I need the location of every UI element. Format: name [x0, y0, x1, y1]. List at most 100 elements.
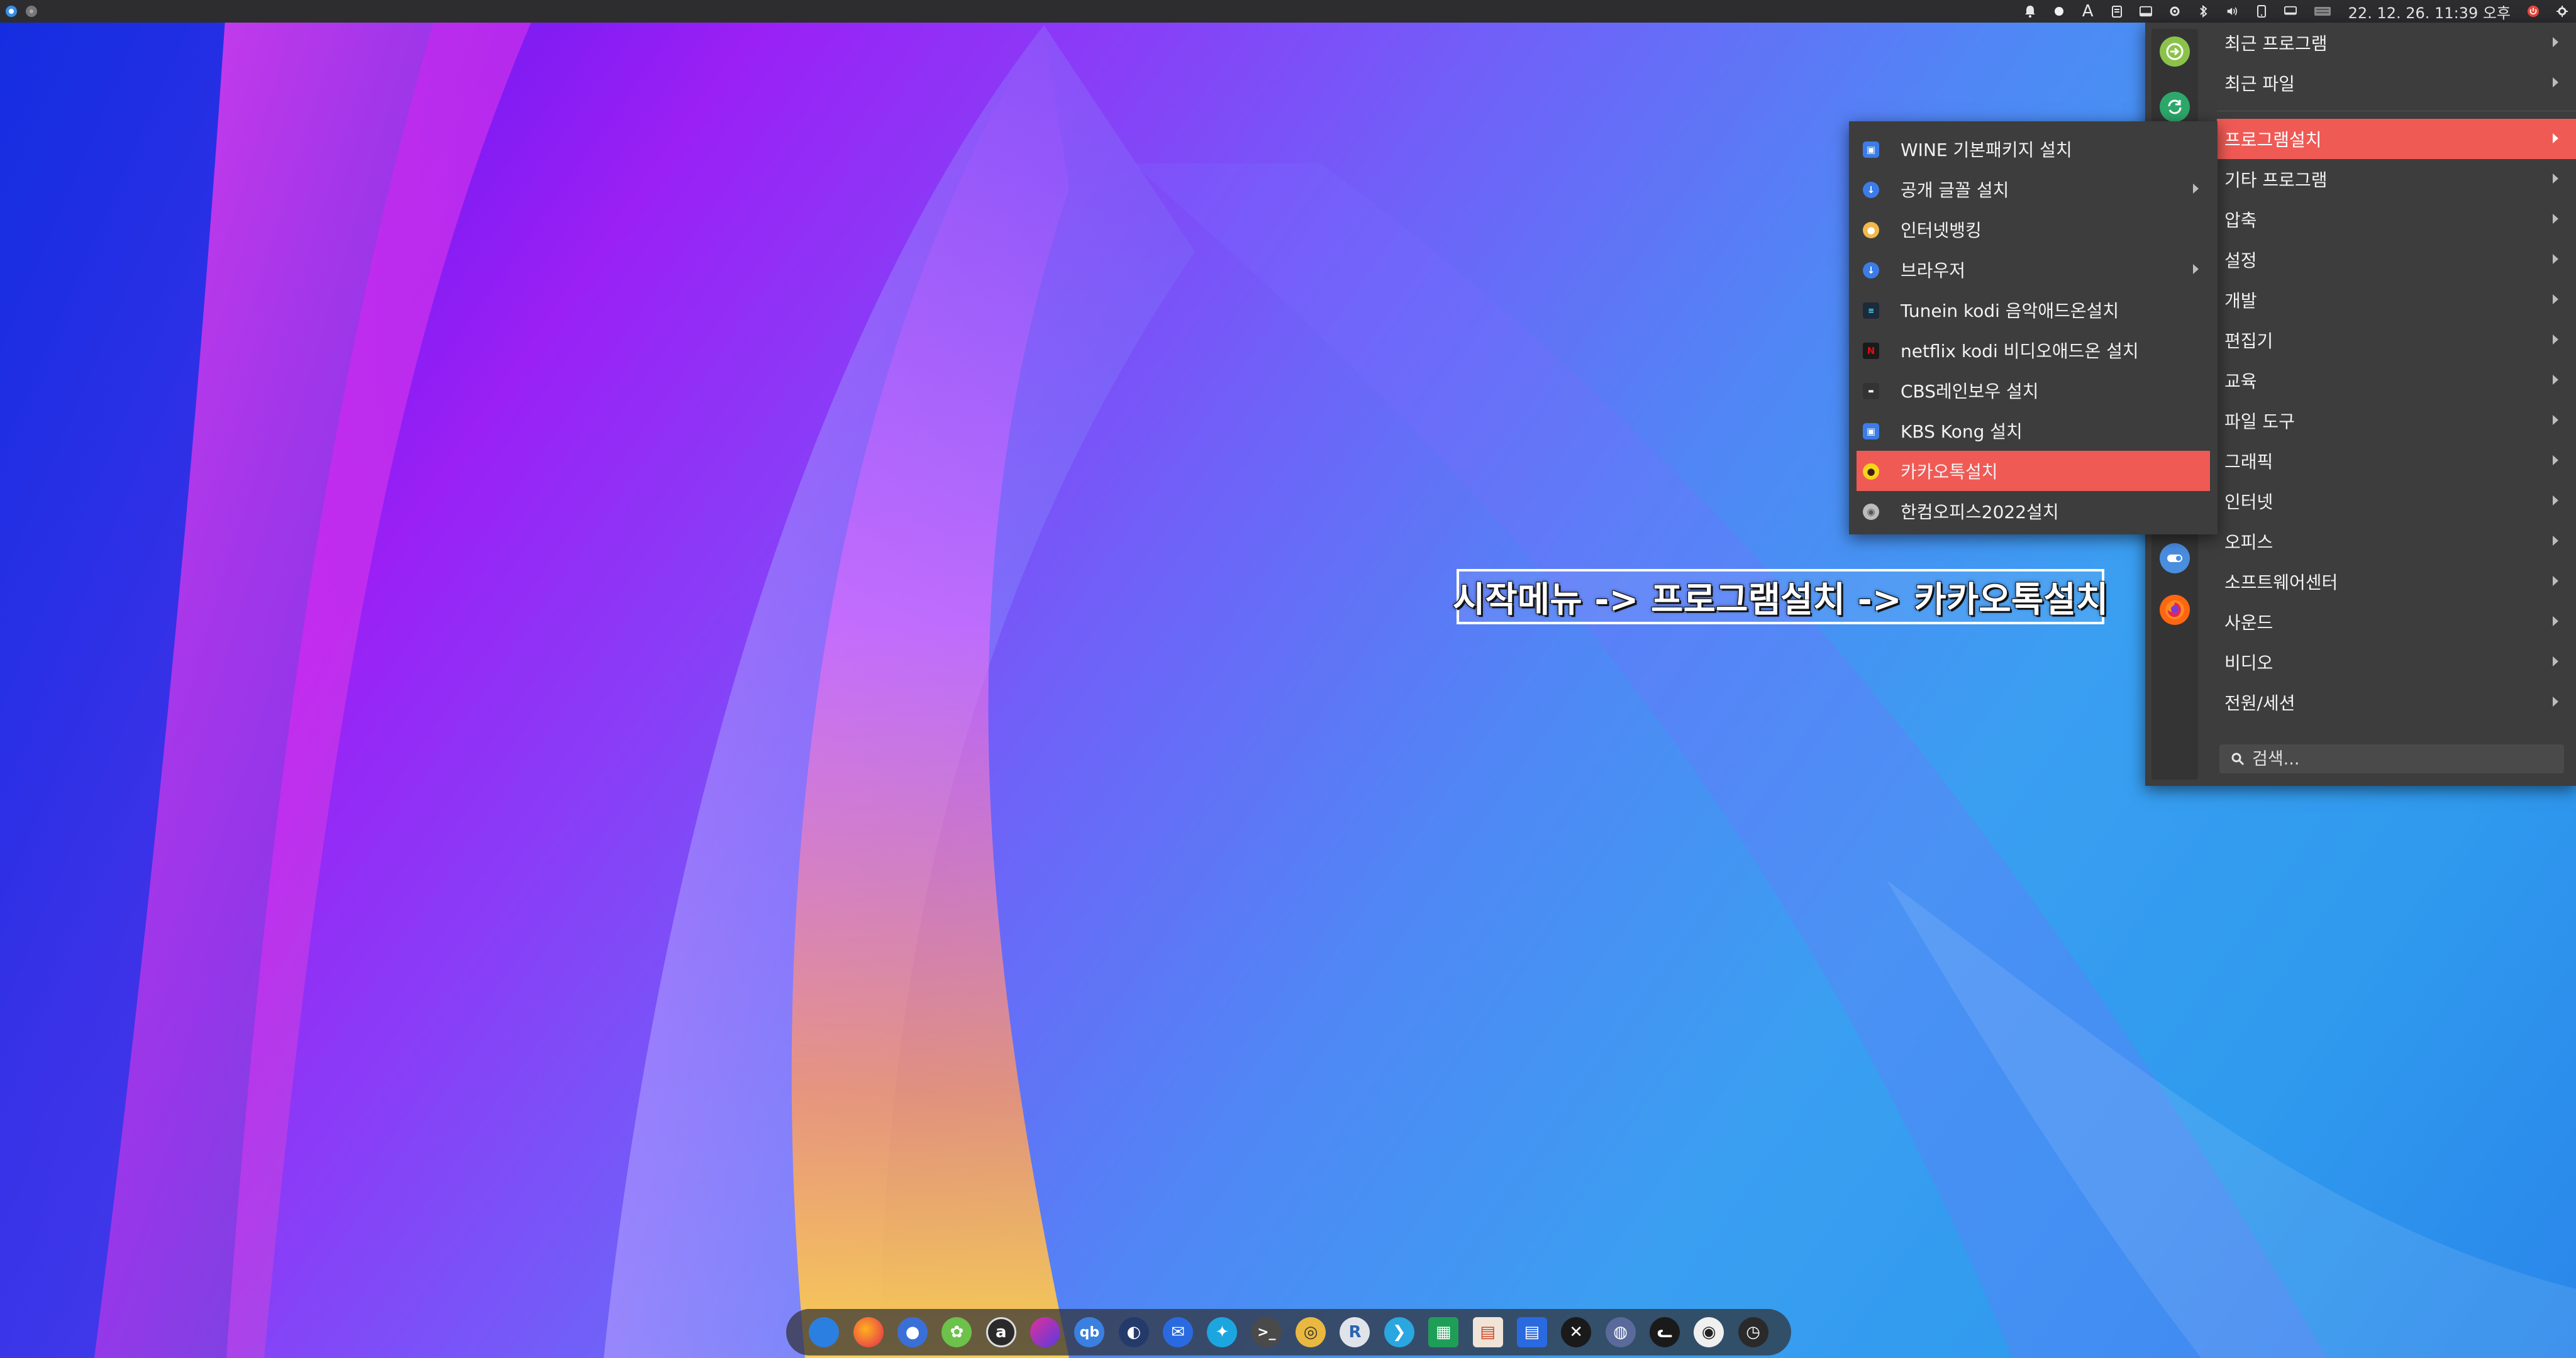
tunein-icon: ≡: [1863, 302, 1879, 319]
menu-item-archive[interactable]: 압축: [2217, 199, 2576, 240]
disc-burner-icon[interactable]: ◎: [1296, 1317, 1326, 1347]
toggle-app-icon[interactable]: ●: [897, 1317, 928, 1347]
kakaotalk-icon: ●: [1863, 463, 1879, 480]
menu-item-program-install[interactable]: 프로그램설치: [2217, 119, 2576, 159]
menu-item-settings[interactable]: 설정: [2217, 240, 2576, 280]
chevron-right-icon: [2553, 77, 2558, 87]
menu-item-education[interactable]: 교육: [2217, 360, 2576, 400]
menu-item-development[interactable]: 개발: [2217, 280, 2576, 320]
submenu-item-browser[interactable]: ↓ 브라우저: [1857, 250, 2210, 290]
mail-icon[interactable]: ✉: [1163, 1317, 1194, 1347]
instruction-caption: 시작메뉴 -> 프로그램설치 -> 카카오톡설치: [1453, 569, 2108, 624]
menu-category-list: 최근 프로그램 최근 파일 프로그램설치 기타 프로그램 압축 설정 개발 편집…: [2217, 23, 2576, 722]
clipboard-icon[interactable]: [2111, 5, 2123, 18]
chevron-right-icon: [2553, 455, 2558, 465]
cat-app-icon[interactable]: ᓚ: [1649, 1317, 1680, 1347]
menu-item-other-programs[interactable]: 기타 프로그램: [2217, 159, 2576, 199]
logout-icon[interactable]: [2160, 36, 2190, 67]
flutter-icon[interactable]: ❯: [1384, 1317, 1414, 1347]
settings-icon[interactable]: [2168, 5, 2181, 18]
keyboard-icon[interactable]: [2313, 5, 2332, 18]
chevron-right-icon: [2553, 616, 2558, 626]
submenu-item-banking[interactable]: ● 인터넷뱅킹: [1857, 209, 2210, 250]
menu-item-graphics[interactable]: 그래픽: [2217, 441, 2576, 481]
krita-icon[interactable]: ◐: [1118, 1317, 1149, 1347]
chevron-right-icon: [2553, 37, 2558, 47]
chevron-right-icon: [2553, 174, 2558, 184]
wine-icon: ▣: [1863, 141, 1879, 158]
search-input[interactable]: [2251, 748, 2543, 770]
menu-item-power-session[interactable]: 전원/세션: [2217, 682, 2576, 722]
chevron-right-icon: [2553, 536, 2558, 546]
xmind-icon[interactable]: ✕: [1561, 1317, 1592, 1347]
volume-icon[interactable]: [2226, 5, 2239, 18]
top-panel: A 22. 12. 26. 11:39 오후: [0, 0, 2576, 23]
chevron-right-icon: [2553, 294, 2558, 304]
status-dot-icon[interactable]: [2053, 5, 2065, 18]
chevron-right-icon: [2553, 656, 2558, 666]
chevron-right-icon: [2553, 214, 2558, 224]
document-writer-icon[interactable]: ▤: [1516, 1317, 1547, 1347]
chevron-right-icon: [2553, 697, 2558, 707]
bluetooth-icon[interactable]: [2197, 5, 2210, 18]
chevron-right-icon: [2553, 375, 2558, 385]
hancom-office-icon: ◉: [1863, 504, 1879, 520]
qbittorrent-icon[interactable]: qb: [1074, 1317, 1105, 1347]
presentation-icon[interactable]: ▤: [1472, 1317, 1503, 1347]
obs-icon[interactable]: ◉: [1694, 1317, 1724, 1347]
dock: ● ✿ a qb ◐ ✉ ✦ >_ ◎ R ❯ ▦ ▤ ▤ ✕ ◍ ᓚ ◉ ◷: [786, 1309, 1791, 1355]
phone-icon[interactable]: [2255, 5, 2268, 18]
keyboard-layout-icon[interactable]: A: [2082, 3, 2094, 19]
menu-search-box[interactable]: [2219, 744, 2564, 773]
submenu-item-tunein[interactable]: ≡ Tunein kodi 음악애드온설치: [1857, 290, 2210, 330]
workspace-icon[interactable]: [25, 5, 38, 18]
color-picker-icon[interactable]: [1030, 1317, 1061, 1347]
refresh-icon[interactable]: [2160, 92, 2190, 122]
kodi-icon[interactable]: ✦: [1207, 1317, 1238, 1347]
clock[interactable]: 22. 12. 26. 11:39 오후: [2348, 1, 2511, 23]
submenu-item-hancom-office[interactable]: ◉ 한컴오피스2022설치: [1857, 491, 2210, 531]
menu-item-software-center[interactable]: 소프트웨어센터: [2217, 561, 2576, 602]
chevron-right-icon: [2553, 576, 2558, 586]
spreadsheet-icon[interactable]: ▦: [1428, 1317, 1459, 1347]
firefox-icon[interactable]: [853, 1317, 884, 1347]
submenu-item-fonts[interactable]: ↓ 공개 글꼴 설치: [1857, 169, 2210, 209]
power-icon[interactable]: [2527, 5, 2540, 18]
chevron-right-icon: [2193, 264, 2199, 274]
display-icon[interactable]: [2284, 5, 2297, 18]
firefox-icon[interactable]: [2160, 595, 2190, 625]
r-language-icon[interactable]: R: [1340, 1317, 1370, 1347]
menu-item-office[interactable]: 오피스: [2217, 521, 2576, 561]
settings-gear-icon[interactable]: ✿: [941, 1317, 972, 1347]
menu-item-editors[interactable]: 편집기: [2217, 320, 2576, 360]
menu-item-file-tools[interactable]: 파일 도구: [2217, 400, 2576, 441]
toggle-app-icon[interactable]: [2160, 543, 2190, 573]
clock-icon[interactable]: ◷: [1738, 1317, 1768, 1347]
notification-bell-icon[interactable]: [2024, 5, 2036, 18]
terminal-icon[interactable]: >_: [1251, 1317, 1282, 1347]
cbs-icon: ▬: [1863, 383, 1879, 399]
menu-item-sound[interactable]: 사운드: [2217, 602, 2576, 642]
file-manager-icon[interactable]: [809, 1317, 840, 1347]
start-menu-icon[interactable]: [5, 5, 18, 18]
chromium-icon[interactable]: ◍: [1605, 1317, 1636, 1347]
menu-item-recent-programs[interactable]: 최근 프로그램: [2217, 23, 2576, 63]
browser-install-icon: ↓: [1863, 262, 1879, 279]
font-install-icon: ↓: [1863, 182, 1879, 198]
window-icon[interactable]: [2139, 5, 2152, 18]
menu-item-video[interactable]: 비디오: [2217, 642, 2576, 682]
text-editor-icon[interactable]: a: [985, 1317, 1016, 1347]
menu-item-internet[interactable]: 인터넷: [2217, 481, 2576, 521]
submenu-item-wine[interactable]: ▣ WINE 기본패키지 설치: [1857, 129, 2210, 169]
menu-item-recent-files[interactable]: 최근 파일: [2217, 63, 2576, 103]
submenu-list: ▣ WINE 기본패키지 설치 ↓ 공개 글꼴 설치 ● 인터넷뱅킹 ↓ 브라우…: [1849, 121, 2218, 531]
submenu-item-kbs-kong[interactable]: ▣ KBS Kong 설치: [1857, 411, 2210, 451]
kbs-kong-icon: ▣: [1863, 423, 1879, 439]
submenu-item-netflix[interactable]: N netflix kodi 비디오애드온 설치: [1857, 330, 2210, 370]
chevron-right-icon: [2193, 184, 2199, 194]
submenu-item-kakaotalk[interactable]: ● 카카오톡설치: [1857, 451, 2210, 491]
menu-gear-icon[interactable]: [2556, 5, 2568, 18]
submenu-item-cbs[interactable]: ▬ CBS레인보우 설치: [1857, 370, 2210, 411]
banking-icon: ●: [1863, 222, 1879, 238]
chevron-right-icon: [2553, 415, 2558, 425]
